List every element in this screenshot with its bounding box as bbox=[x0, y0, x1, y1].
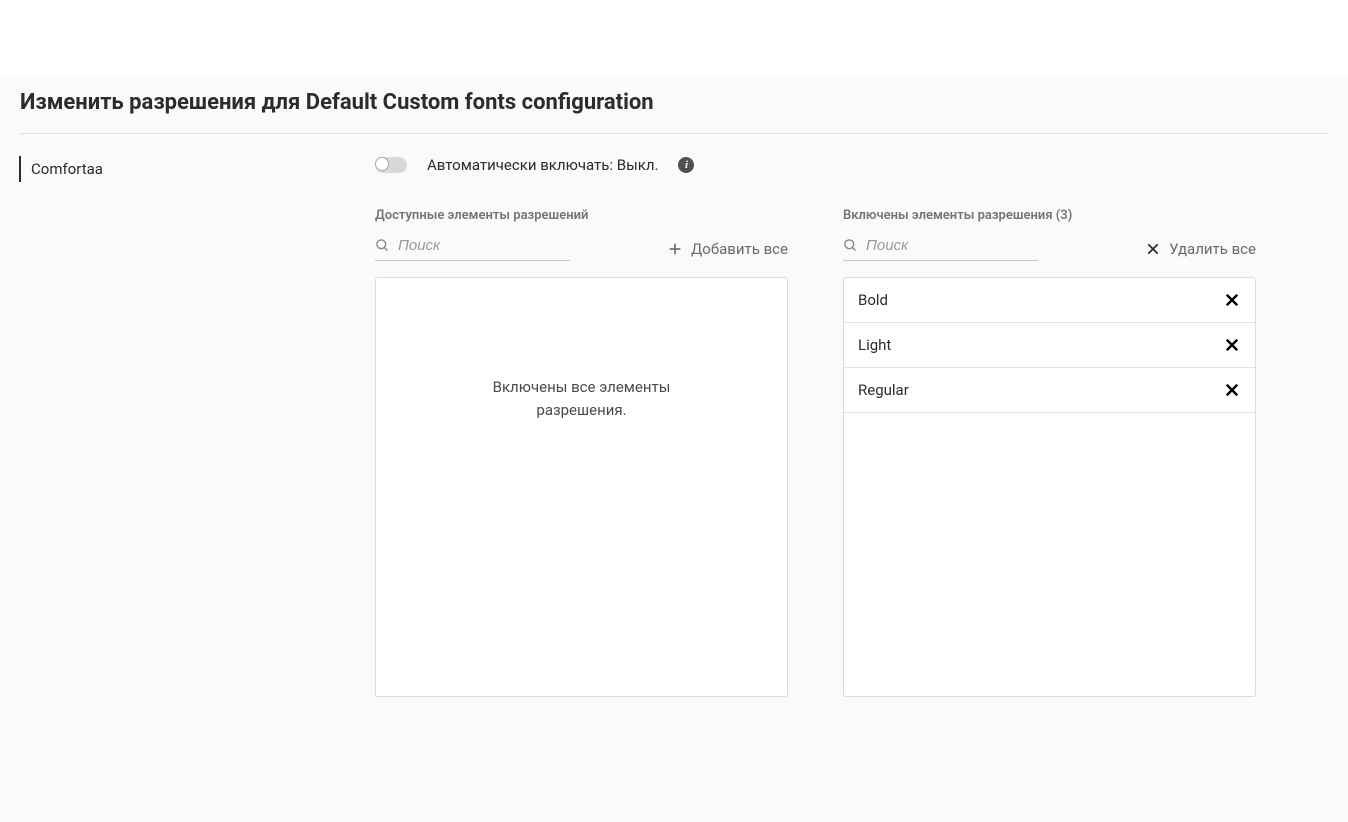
sidebar: Comfortaa bbox=[20, 156, 375, 697]
main-layout: Comfortaa Автоматически включать: Выкл. … bbox=[20, 156, 1328, 697]
auto-enable-row: Автоматически включать: Выкл. i bbox=[375, 156, 1328, 174]
remove-all-button[interactable]: Удалить все bbox=[1145, 240, 1256, 258]
plus-icon bbox=[667, 241, 683, 257]
enabled-header: Включены элементы разрешения (3) bbox=[843, 208, 1256, 223]
empty-line-2: разрешения. bbox=[536, 401, 626, 419]
item-label: Regular bbox=[858, 381, 909, 399]
available-search-box bbox=[375, 237, 570, 261]
item-label: Light bbox=[858, 336, 891, 354]
page-title: Изменить разрешения для Default Custom f… bbox=[20, 76, 1328, 134]
auto-enable-label: Автоматически включать: Выкл. bbox=[427, 156, 658, 174]
available-empty-message: Включены все элементы разрешения. bbox=[376, 278, 787, 423]
enabled-search-row: Удалить все bbox=[843, 237, 1256, 261]
content-area: Автоматически включать: Выкл. i Доступны… bbox=[375, 156, 1328, 697]
close-icon bbox=[1145, 241, 1161, 257]
remove-item-icon[interactable] bbox=[1223, 291, 1241, 309]
remove-item-icon[interactable] bbox=[1223, 381, 1241, 399]
toggle-knob bbox=[375, 157, 389, 171]
auto-enable-toggle[interactable] bbox=[375, 157, 407, 173]
empty-line-1: Включены все элементы bbox=[493, 378, 671, 396]
list-item: Regular bbox=[844, 368, 1255, 413]
available-search-input[interactable] bbox=[398, 237, 570, 254]
enabled-list-box: Bold Light bbox=[843, 277, 1256, 697]
search-icon bbox=[843, 238, 858, 253]
remove-all-label: Удалить все bbox=[1169, 240, 1256, 258]
add-all-label: Добавить все bbox=[691, 240, 788, 258]
page-wrapper: Изменить разрешения для Default Custom f… bbox=[0, 76, 1348, 697]
enabled-search-box bbox=[843, 237, 1038, 261]
available-search-row: Добавить все bbox=[375, 237, 788, 261]
available-column: Доступные элементы разрешений bbox=[375, 208, 788, 697]
permission-columns: Доступные элементы разрешений bbox=[375, 208, 1328, 697]
remove-item-icon[interactable] bbox=[1223, 336, 1241, 354]
add-all-button[interactable]: Добавить все bbox=[667, 240, 788, 258]
search-icon bbox=[375, 238, 390, 253]
list-item: Light bbox=[844, 323, 1255, 368]
info-icon[interactable]: i bbox=[678, 157, 694, 173]
enabled-search-input[interactable] bbox=[866, 237, 1038, 254]
available-list-box: Включены все элементы разрешения. bbox=[375, 277, 788, 697]
top-spacer bbox=[0, 0, 1348, 76]
enabled-column: Включены элементы разрешения (3) bbox=[843, 208, 1256, 697]
available-header: Доступные элементы разрешений bbox=[375, 208, 788, 223]
item-label: Bold bbox=[858, 291, 888, 309]
list-item: Bold bbox=[844, 278, 1255, 323]
sidebar-item-comfortaa[interactable]: Comfortaa bbox=[19, 156, 375, 182]
